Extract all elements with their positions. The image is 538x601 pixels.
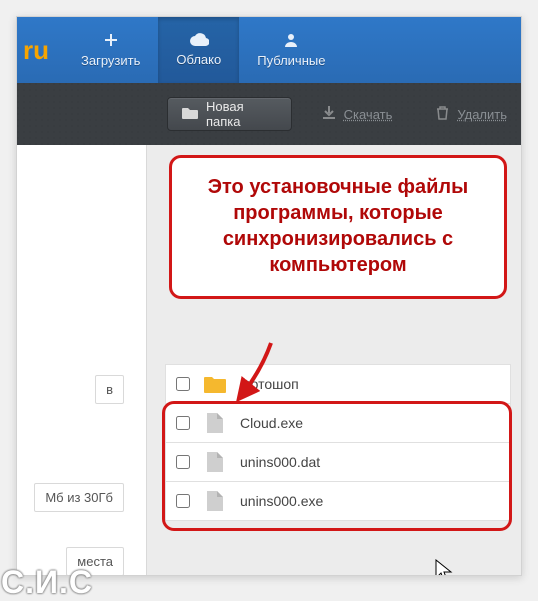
- new-folder-label: Новая папка: [206, 99, 277, 129]
- nav-cloud[interactable]: Облако: [158, 17, 239, 83]
- folder-icon: [182, 107, 198, 122]
- row-checkbox[interactable]: [176, 455, 190, 469]
- delete-label: Удалить: [457, 107, 507, 122]
- sidebar-storage: Мб из 30Гб: [34, 483, 124, 512]
- row-checkbox[interactable]: [176, 377, 190, 391]
- row-checkbox[interactable]: [176, 494, 190, 508]
- trash-icon: [436, 106, 449, 123]
- person-icon: [283, 32, 299, 48]
- site-logo: ru: [21, 17, 63, 83]
- row-checkbox[interactable]: [176, 416, 190, 430]
- file-icon: [204, 452, 226, 472]
- file-name: Фотошоп: [240, 376, 299, 392]
- delete-button[interactable]: Удалить: [422, 97, 521, 131]
- cursor-icon: [435, 559, 453, 576]
- file-name: unins000.dat: [240, 454, 320, 470]
- nav-upload-label: Загрузить: [81, 53, 140, 68]
- toolbar: Новая папка Скачать Удалить: [17, 83, 521, 145]
- new-folder-button[interactable]: Новая папка: [167, 97, 292, 131]
- cloud-icon: [189, 33, 209, 47]
- download-icon: [322, 106, 336, 123]
- file-icon: [204, 413, 226, 433]
- annotation-text: Это установочные файлы программы, которы…: [186, 174, 490, 278]
- file-row[interactable]: unins000.exe: [165, 481, 511, 521]
- download-label: Скачать: [344, 107, 393, 122]
- sidebar-fragment: в: [95, 375, 124, 404]
- content-area: в Мб из 30Гб места Фотошоп Cloud.exe: [17, 145, 521, 575]
- folder-row[interactable]: Фотошоп: [165, 364, 511, 404]
- sidebar-fragment: места: [66, 547, 124, 576]
- nav-public-label: Публичные: [257, 53, 325, 68]
- file-name: Cloud.exe: [240, 415, 303, 431]
- file-row[interactable]: Cloud.exe: [165, 403, 511, 443]
- download-button[interactable]: Скачать: [308, 97, 407, 131]
- file-name: unins000.exe: [240, 493, 323, 509]
- plus-icon: [103, 32, 119, 48]
- folder-icon: [204, 376, 226, 393]
- file-list: Фотошоп Cloud.exe unins000.dat: [165, 365, 511, 521]
- nav-upload[interactable]: Загрузить: [63, 17, 158, 83]
- nav-cloud-label: Облако: [176, 52, 221, 67]
- annotation-callout: Это установочные файлы программы, которы…: [169, 155, 507, 299]
- sidebar: в Мб из 30Гб места: [17, 145, 147, 575]
- top-nav: ru Загрузить Облако Публичные: [17, 17, 521, 83]
- file-row[interactable]: unins000.dat: [165, 442, 511, 482]
- logo-text: ru: [23, 35, 49, 66]
- nav-public[interactable]: Публичные: [239, 17, 343, 83]
- file-icon: [204, 491, 226, 511]
